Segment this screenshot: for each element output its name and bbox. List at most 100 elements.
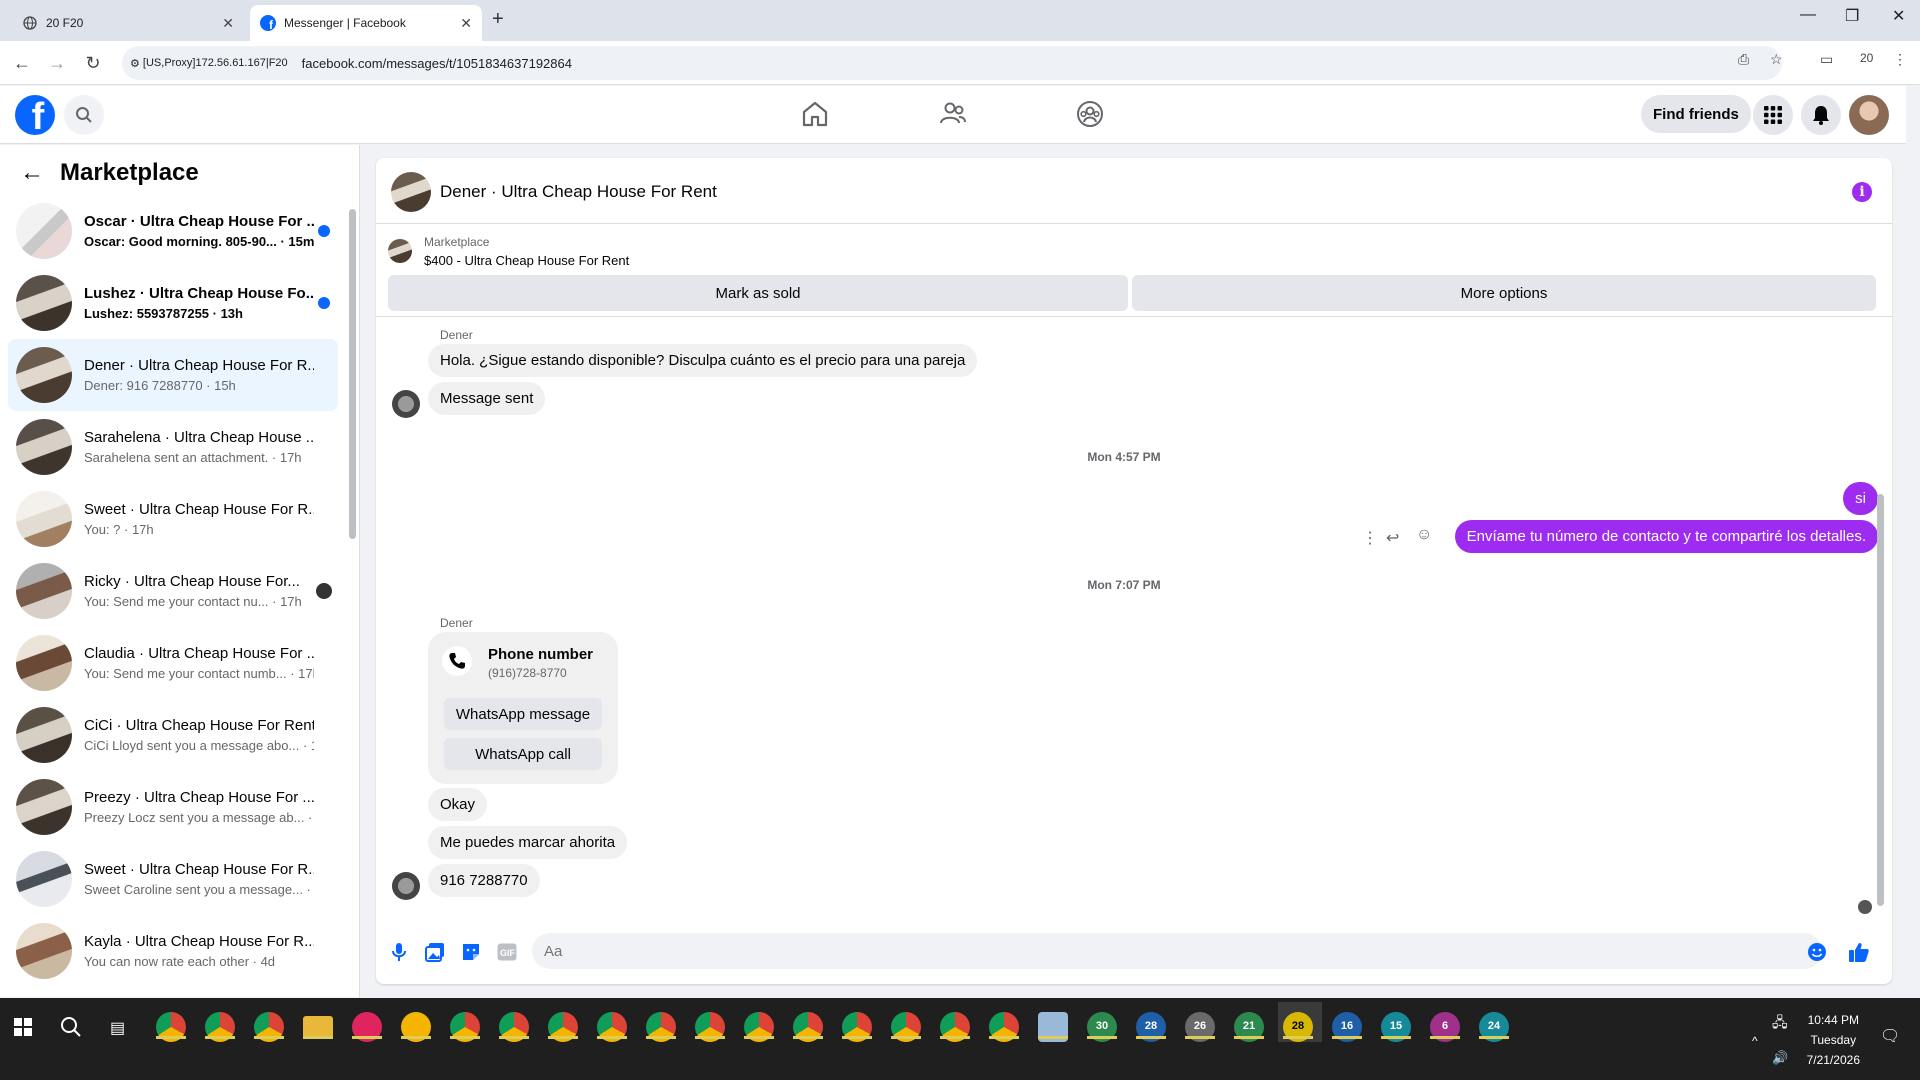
my-message-bubble[interactable]: si <box>1843 482 1878 515</box>
bookmark-star-icon[interactable]: ☆ <box>1770 51 1783 68</box>
more-options-button[interactable]: More options <box>1132 275 1876 311</box>
message-thread: Dener Hola. ¿Sigue estando disponible? D… <box>376 318 1892 914</box>
whatsapp-message-button[interactable]: WhatsApp message <box>444 698 602 730</box>
conversation-item[interactable]: Kayla · Ultra Cheap House For R... You ca… <box>8 915 338 987</box>
notification-center-icon[interactable]: 🗨 <box>1880 1026 1900 1046</box>
message-bubble[interactable]: Me puedes marcar ahorita <box>428 826 628 859</box>
conversation-item[interactable]: Sweet · Ultra Cheap House For R... You: ?… <box>8 483 338 555</box>
conversation-item[interactable]: Claudia · Ultra Cheap House For ... You: … <box>8 627 338 699</box>
taskbar-badge: 21 <box>1242 1020 1256 1032</box>
my-message-bubble[interactable]: Envíame tu número de contacto y te compa… <box>1454 520 1878 553</box>
taskbar-indicator <box>352 1036 382 1039</box>
forward-arrow-icon[interactable]: → <box>45 51 69 75</box>
facebook-header: f Find friends <box>0 86 1906 144</box>
minimize-icon[interactable]: — <box>1800 6 1816 24</box>
react-emoji-icon[interactable]: ☺ <box>1416 526 1432 544</box>
conversation-item[interactable]: Preezy · Ultra Cheap House For ... Preezy… <box>8 771 338 843</box>
conversation-snippet: Lushez: 5593787255 · 13h <box>84 306 243 321</box>
avatar <box>16 275 72 331</box>
close-tab-icon[interactable]: ✕ <box>460 15 472 32</box>
marketplace-listing-bar: Marketplace $400 - Ultra Cheap House For… <box>376 225 1892 317</box>
taskbar-indicator <box>793 1036 823 1039</box>
taskbar-indicator <box>1479 1036 1509 1039</box>
taskbar-indicator <box>1136 1036 1166 1039</box>
conversation-snippet: You can now rate each other · 4d <box>84 954 276 969</box>
notifications-bell-icon[interactable] <box>1801 95 1841 135</box>
unread-dot-icon <box>318 225 330 237</box>
chat-panel: Dener · Ultra Cheap House For Rent i Mar… <box>376 158 1892 984</box>
sticker-icon[interactable] <box>460 941 482 963</box>
conversation-item[interactable]: Oscar · Ultra Cheap House For ... Oscar: … <box>8 195 338 267</box>
task-view-icon[interactable]: ▤ <box>110 1018 125 1038</box>
conversation-item[interactable]: Sarahelena · Ultra Cheap House ... Sarahe… <box>8 411 338 483</box>
taskbar-indicator <box>303 1036 333 1039</box>
thread-scrollbar[interactable] <box>1877 494 1884 906</box>
side-panel-icon[interactable]: ▭ <box>1820 51 1833 68</box>
friends-icon[interactable] <box>938 100 968 128</box>
facebook-logo-icon[interactable]: f <box>15 95 55 135</box>
emoji-icon[interactable] <box>1806 941 1828 963</box>
groups-icon[interactable] <box>1076 100 1104 128</box>
profile-badge[interactable]: 20 <box>1860 51 1873 65</box>
message-input[interactable] <box>532 933 1822 969</box>
conversation-item-active[interactable]: Dener · Ultra Cheap House For R... Dener:… <box>8 339 338 411</box>
browser-tab[interactable]: 20 F20 ✕ <box>12 5 244 41</box>
close-tab-icon[interactable]: ✕ <box>222 15 234 32</box>
conversation-item[interactable]: Lushez · Ultra Cheap House Fo... Lushez: … <box>8 267 338 339</box>
microphone-icon[interactable] <box>388 941 410 963</box>
listing-title[interactable]: $400 - Ultra Cheap House For Rent <box>424 253 629 268</box>
info-icon[interactable]: i <box>1852 182 1872 202</box>
conversation-item[interactable]: Sweet · Ultra Cheap House For R... Sweet … <box>8 843 338 915</box>
close-window-icon[interactable]: ✕ <box>1892 6 1905 26</box>
menu-grid-icon[interactable] <box>1753 95 1793 135</box>
new-tab-button[interactable]: + <box>492 8 504 31</box>
install-app-icon[interactable]: ⎙ <box>1738 51 1749 68</box>
chevron-up-icon[interactable]: ^ <box>1752 1034 1758 1048</box>
search-icon[interactable] <box>64 95 104 135</box>
avatar[interactable] <box>1849 95 1889 135</box>
taskbar-indicator <box>499 1036 529 1039</box>
message-bubble[interactable]: Okay <box>428 788 488 821</box>
avatar[interactable] <box>391 172 431 212</box>
conversation-snippet: Sweet Caroline sent you a message... · 2… <box>84 882 314 897</box>
back-arrow-icon[interactable]: ← <box>10 51 34 75</box>
browser-tab-active[interactable]: f Messenger | Facebook ✕ <box>250 5 482 41</box>
menu-kebab-icon[interactable]: ⋮ <box>1893 51 1907 68</box>
folder-icon[interactable] <box>303 1016 333 1038</box>
conversation-snippet: Sarahelena sent an attachment. · 17h <box>84 450 302 465</box>
reload-icon[interactable]: ↻ <box>81 51 105 75</box>
conversation-title: Lushez · Ultra Cheap House Fo... <box>84 285 314 302</box>
message-bubble[interactable]: 916 7288770 <box>428 864 540 897</box>
restore-icon[interactable]: ❐ <box>1845 6 1859 26</box>
thumbs-up-icon[interactable] <box>1848 941 1870 963</box>
photo-icon[interactable] <box>424 941 446 963</box>
search-icon[interactable] <box>60 1016 82 1038</box>
system-clock[interactable]: 10:44 PM Tuesday 7/21/2026 <box>1807 1010 1860 1070</box>
find-friends-button[interactable]: Find friends <box>1641 95 1751 133</box>
taskbar-indicator <box>695 1036 725 1039</box>
conversation-item[interactable]: CiCi · Ultra Cheap House For Rent CiCi Ll… <box>8 699 338 771</box>
conversation-item[interactable]: Ricky · Ultra Cheap House For... You: Sen… <box>8 555 338 627</box>
volume-icon[interactable]: 🔊 <box>1772 1050 1788 1066</box>
mark-as-sold-button[interactable]: Mark as sold <box>388 275 1128 311</box>
back-arrow-icon[interactable]: ← <box>20 159 44 187</box>
conversation-sidebar: ← Marketplace Oscar · Ultra Cheap House … <box>0 145 360 997</box>
reply-icon[interactable]: ↩ <box>1386 528 1399 548</box>
gif-icon[interactable]: GIF <box>496 941 518 963</box>
whatsapp-call-button[interactable]: WhatsApp call <box>444 738 602 770</box>
sidebar-scrollbar[interactable] <box>349 209 356 539</box>
address-bar[interactable]: ⚙ [US,Proxy]172.56.61.167|F20 facebook.c… <box>122 46 1782 80</box>
site-settings-icon[interactable]: ⚙ [US,Proxy]172.56.61.167|F20 <box>130 57 288 70</box>
chat-title[interactable]: Dener · Ultra Cheap House For Rent <box>440 182 717 202</box>
message-bubble[interactable]: Message sent <box>428 382 546 415</box>
network-icon[interactable]: 🖧 <box>1772 1012 1788 1036</box>
more-actions-icon[interactable]: ⋮ <box>1362 528 1378 548</box>
taskbar-indicator <box>156 1036 186 1039</box>
timestamp: Mon 7:07 PM <box>1087 578 1161 592</box>
home-icon[interactable] <box>800 100 830 128</box>
message-bubble[interactable]: Hola. ¿Sigue estando disponible? Disculp… <box>428 344 978 377</box>
avatar <box>392 872 420 900</box>
avatar <box>16 851 72 907</box>
windows-start-icon[interactable] <box>14 1018 32 1036</box>
listing-thumbnail[interactable] <box>388 239 412 263</box>
